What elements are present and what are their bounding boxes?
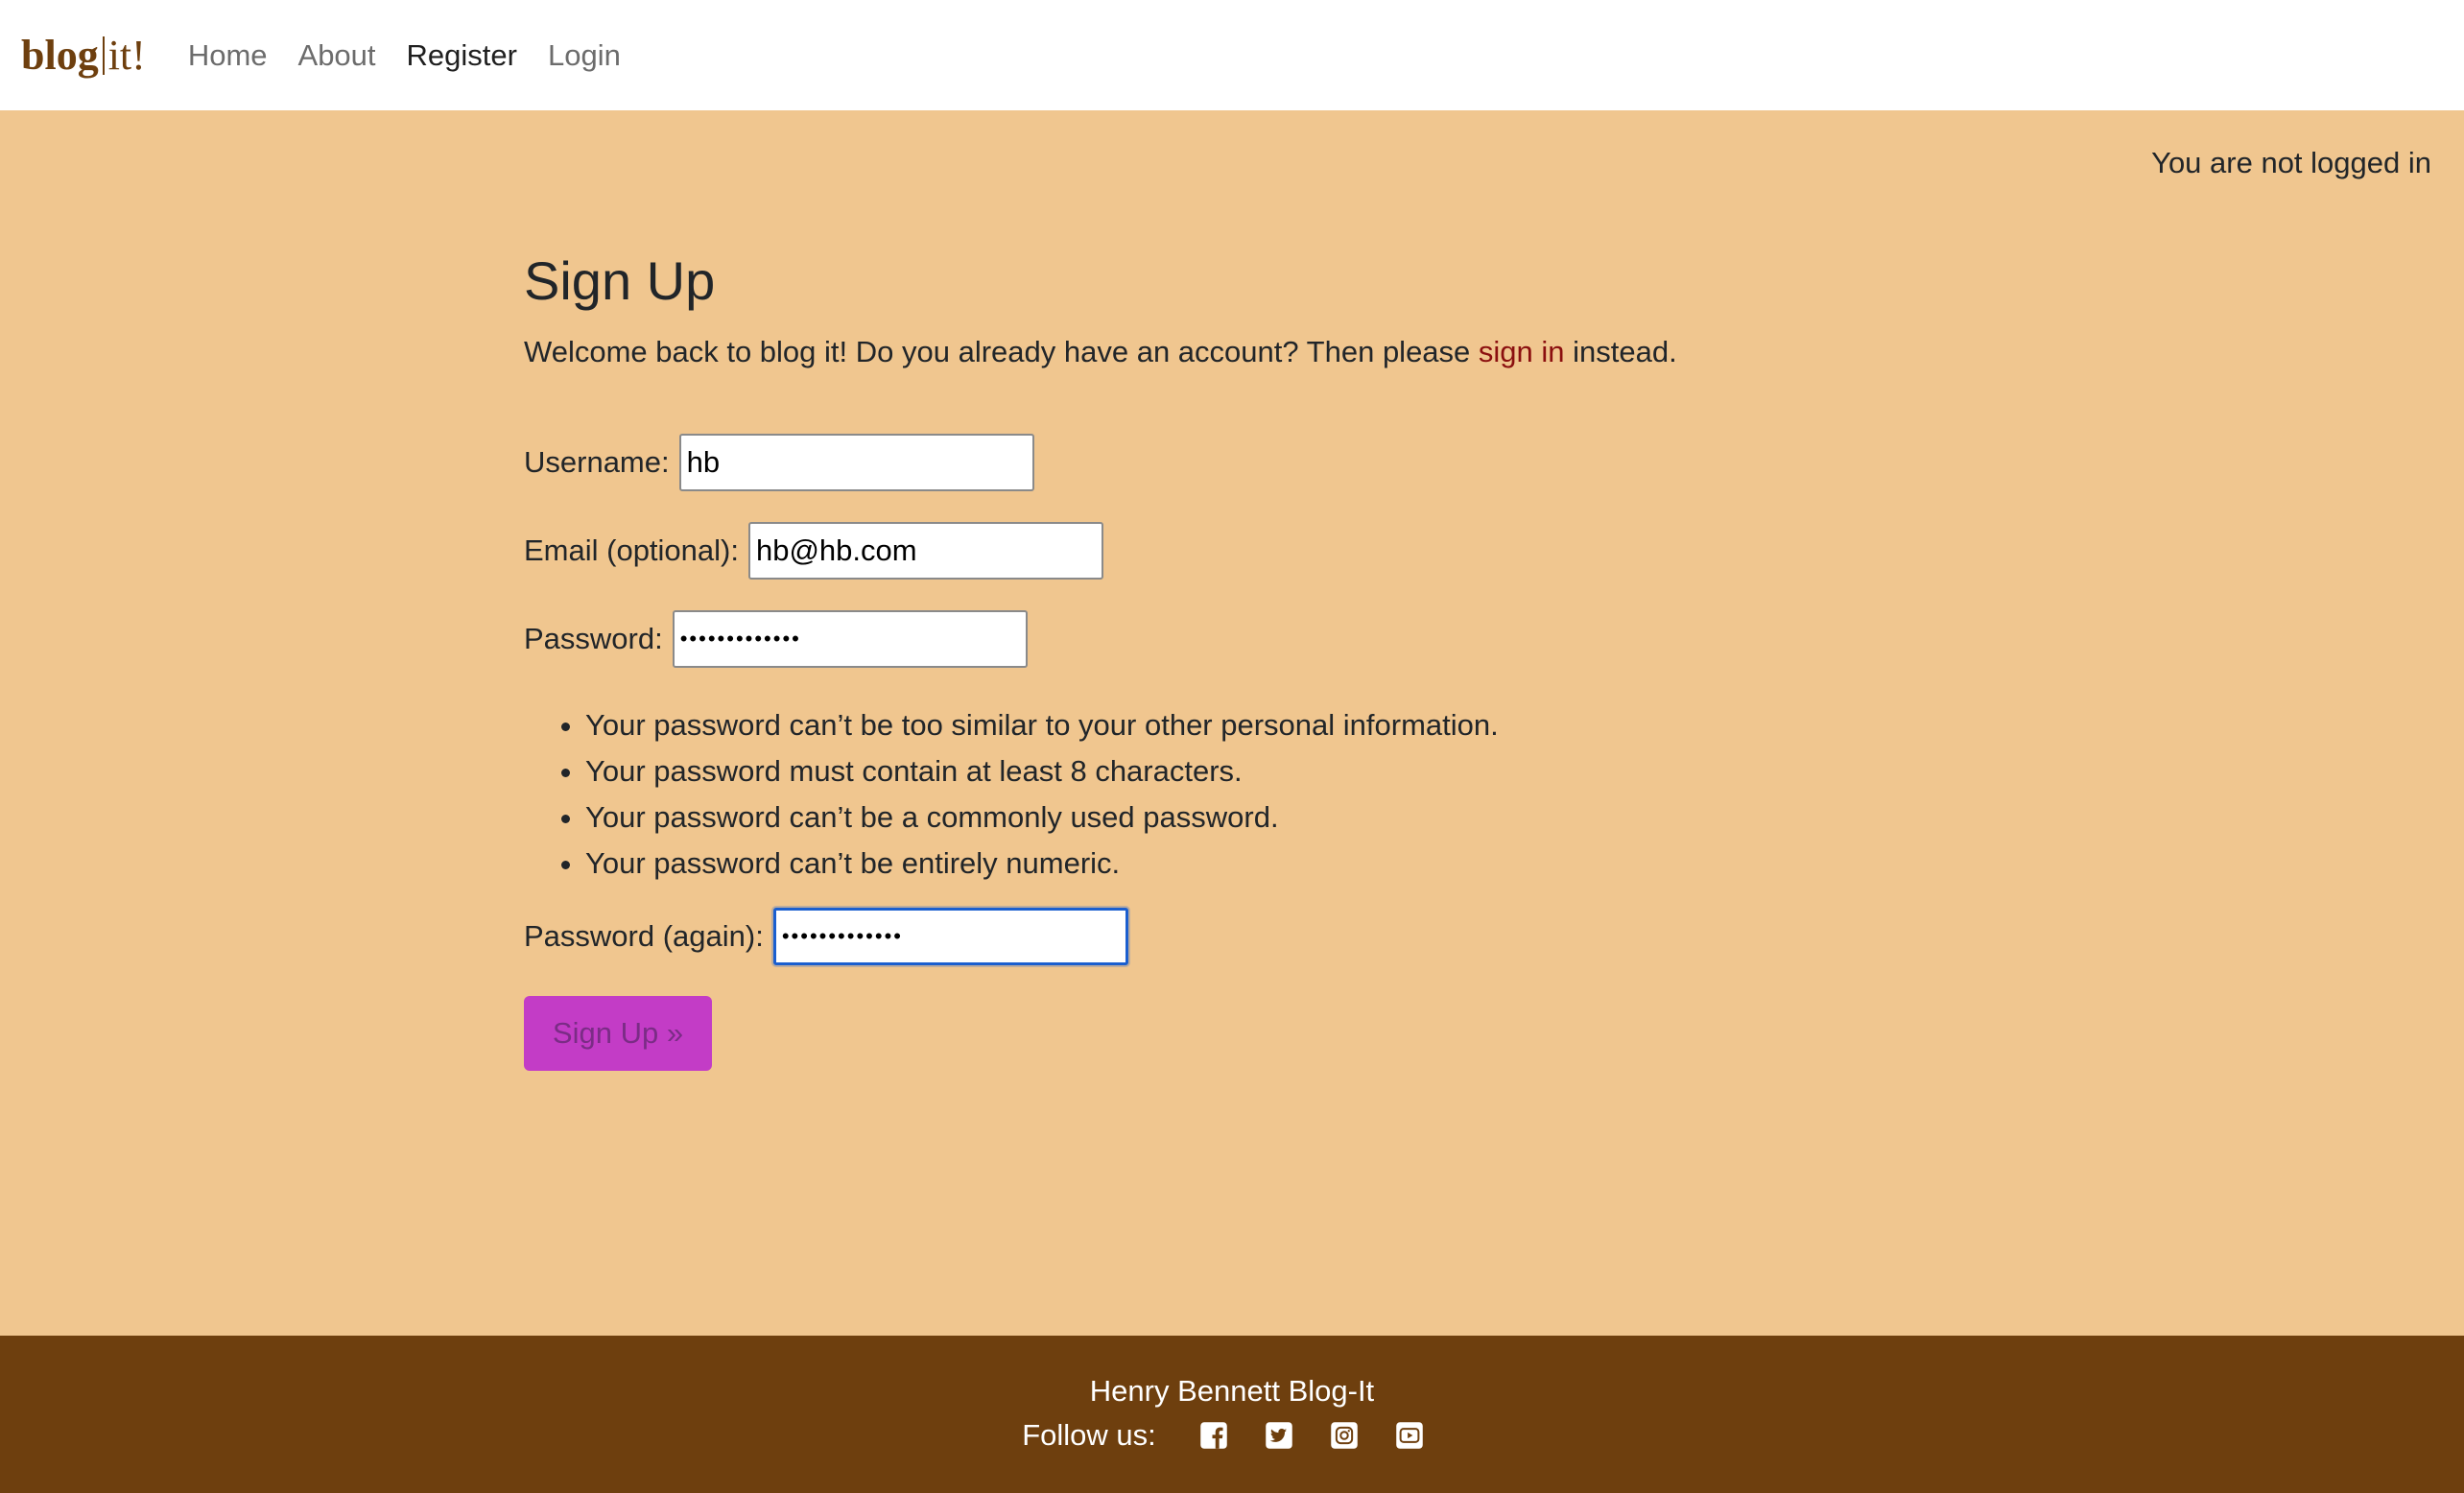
intro-before: Welcome back to blog it! Do you already …: [524, 335, 1479, 368]
password-help-item: Your password can’t be a commonly used p…: [585, 794, 1963, 841]
nav-login[interactable]: Login: [533, 38, 636, 73]
password-row: Password:: [524, 610, 1963, 668]
password-again-label: Password (again):: [524, 919, 764, 953]
signup-form: Username: Email (optional): Password: Yo…: [524, 434, 1963, 1071]
password-help-list: Your password can’t be too similar to yo…: [585, 702, 1963, 887]
password-label: Password:: [524, 622, 663, 655]
email-label: Email (optional):: [524, 533, 739, 567]
footer-follow: Follow us:: [0, 1418, 2464, 1453]
username-label: Username:: [524, 445, 670, 479]
navbar: blog it! Home About Register Login: [0, 0, 2464, 110]
brand-part-1: blog: [21, 32, 99, 79]
username-input[interactable]: [678, 434, 1034, 491]
intro-text: Welcome back to blog it! Do you already …: [524, 332, 1963, 372]
intro-after: instead.: [1564, 335, 1677, 368]
twitter-icon[interactable]: [1265, 1421, 1293, 1450]
email-input[interactable]: [747, 522, 1103, 580]
instagram-icon[interactable]: [1330, 1421, 1359, 1450]
password-help-item: Your password must contain at least 8 ch…: [585, 748, 1963, 794]
password-again-input[interactable]: [772, 908, 1128, 965]
email-row: Email (optional):: [524, 522, 1963, 580]
nav-links: Home About Register Login: [173, 38, 636, 73]
username-row: Username:: [524, 434, 1963, 491]
password-again-row: Password (again):: [524, 908, 1963, 965]
nav-register[interactable]: Register: [391, 38, 533, 73]
password-help-item: Your password can’t be too similar to yo…: [585, 702, 1963, 748]
login-status: You are not logged in: [2151, 146, 2431, 179]
sign-in-link[interactable]: sign in: [1479, 335, 1565, 368]
nav-home[interactable]: Home: [173, 38, 283, 73]
youtube-icon[interactable]: [1395, 1421, 1424, 1450]
signup-content: Sign Up Welcome back to blog it! Do you …: [524, 248, 1963, 1071]
brand-logo[interactable]: blog it!: [21, 27, 146, 84]
footer: Henry Bennett Blog-It Follow us:: [0, 1336, 2464, 1493]
page-title: Sign Up: [524, 250, 716, 311]
facebook-icon[interactable]: [1199, 1421, 1228, 1450]
sign-up-button[interactable]: Sign Up »: [524, 996, 712, 1071]
follow-label: Follow us:: [1022, 1418, 1156, 1452]
password-help-item: Your password can’t be entirely numeric.: [585, 841, 1963, 887]
nav-about[interactable]: About: [283, 38, 391, 73]
password-input[interactable]: [672, 610, 1028, 668]
brand-part-2: it!: [107, 32, 146, 79]
brand-divider: [102, 36, 105, 75]
footer-title: Henry Bennett Blog-It: [1089, 1374, 1375, 1408]
